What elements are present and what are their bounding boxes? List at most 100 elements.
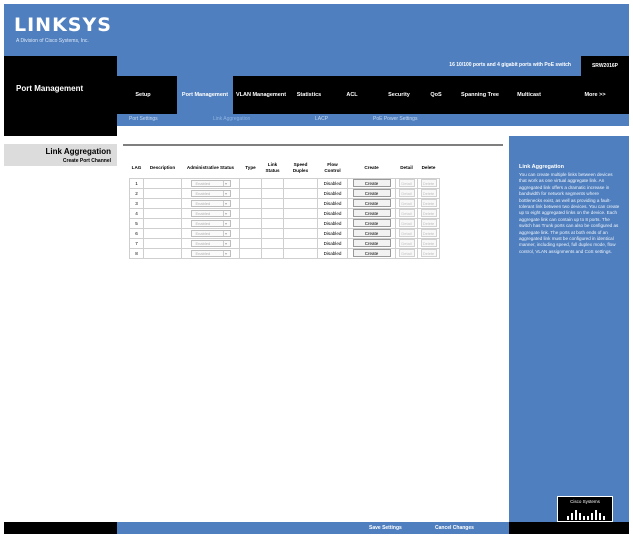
- lag-number: 8: [129, 247, 144, 259]
- create-port-channel-link[interactable]: Create Port Channel: [63, 158, 111, 164]
- nav-multicast[interactable]: Multicast: [507, 76, 551, 114]
- lag-number: 1: [129, 177, 144, 189]
- subtab-poe-power-settings[interactable]: PoE Power Settings: [373, 116, 417, 122]
- flow-control-value: Disabled: [317, 187, 348, 199]
- nav-setup[interactable]: Setup: [123, 76, 163, 114]
- col-type: Type: [245, 165, 256, 171]
- left-panel: Link Aggregation Create Port Channel: [4, 136, 117, 522]
- detail-button[interactable]: Detail: [398, 249, 415, 257]
- description-cell: [143, 197, 182, 209]
- admin-status-cell: Enabled ▾: [181, 237, 240, 249]
- create-button[interactable]: Create: [352, 179, 391, 187]
- admin-status-select[interactable]: Enabled ▾: [190, 219, 231, 227]
- delete-cell: Delete: [417, 227, 440, 239]
- subtab-link-aggregation[interactable]: Link Aggregation: [213, 116, 250, 122]
- speed-duplex-cell: [283, 217, 318, 229]
- admin-status-value: Enabled: [195, 250, 211, 256]
- link-status-cell: [261, 197, 284, 209]
- detail-button[interactable]: Detail: [398, 179, 415, 187]
- admin-status-cell: Enabled ▾: [181, 177, 240, 189]
- lag-number: 3: [129, 197, 144, 209]
- create-button[interactable]: Create: [352, 249, 391, 257]
- table-row: 2 Enabled ▾ Disabled Create Detail Delete: [129, 187, 440, 199]
- nav-more[interactable]: More >>: [573, 76, 617, 114]
- admin-status-value: Enabled: [195, 240, 211, 246]
- chevron-down-icon: ▾: [222, 240, 229, 246]
- lag-number: 6: [129, 227, 144, 239]
- admin-status-cell: Enabled ▾: [181, 217, 240, 229]
- cancel-changes-button[interactable]: Cancel Changes: [435, 525, 474, 531]
- create-cell: Create: [347, 237, 396, 249]
- nav-qos[interactable]: QoS: [421, 76, 451, 114]
- create-button[interactable]: Create: [352, 239, 391, 247]
- create-button[interactable]: Create: [352, 229, 391, 237]
- delete-button[interactable]: Delete: [420, 179, 437, 187]
- table-row: 8 Enabled ▾ Disabled Create Detail Delete: [129, 247, 440, 259]
- help-panel: Link Aggregation You can create multiple…: [509, 136, 629, 522]
- nav-statistics[interactable]: Statistics: [289, 76, 329, 114]
- detail-button[interactable]: Detail: [398, 199, 415, 207]
- nav-port-management[interactable]: Port Management: [177, 76, 233, 114]
- create-button[interactable]: Create: [352, 189, 391, 197]
- detail-cell: Detail: [395, 207, 418, 219]
- create-cell: Create: [347, 207, 396, 219]
- link-status-cell: [261, 177, 284, 189]
- help-text: You can create multiple links between de…: [519, 172, 620, 254]
- nav-vlan-management[interactable]: VLAN Management: [235, 76, 287, 114]
- create-cell: Create: [347, 187, 396, 199]
- link-status-cell: [261, 247, 284, 259]
- delete-button[interactable]: Delete: [420, 229, 437, 237]
- link-status-cell: [261, 227, 284, 239]
- detail-button[interactable]: Detail: [398, 229, 415, 237]
- cisco-bridge-icon: [567, 510, 605, 520]
- info-strip: 16 10/100 ports and 4 gigabit ports with…: [117, 56, 629, 76]
- delete-button[interactable]: Delete: [420, 249, 437, 257]
- subtab-lacp[interactable]: LACP: [315, 116, 328, 122]
- admin-status-select[interactable]: Enabled ▾: [190, 199, 231, 207]
- delete-button[interactable]: Delete: [420, 219, 437, 227]
- main-nav: Setup Port Management VLAN Management St…: [117, 76, 629, 114]
- admin-status-value: Enabled: [195, 200, 211, 206]
- detail-button[interactable]: Detail: [398, 239, 415, 247]
- detail-cell: Detail: [395, 247, 418, 259]
- product-description: 16 10/100 ports and 4 gigabit ports with…: [449, 62, 571, 68]
- delete-button[interactable]: Delete: [420, 239, 437, 247]
- section-header: Port Management: [4, 56, 117, 136]
- delete-button[interactable]: Delete: [420, 209, 437, 217]
- detail-cell: Detail: [395, 217, 418, 229]
- nav-spanning-tree[interactable]: Spanning Tree: [461, 76, 499, 114]
- create-button[interactable]: Create: [352, 219, 391, 227]
- lag-number: 5: [129, 217, 144, 229]
- link-status-cell: [261, 237, 284, 249]
- footer-actions: Save Settings Cancel Changes: [117, 522, 509, 534]
- admin-status-select[interactable]: Enabled ▾: [190, 229, 231, 237]
- admin-status-select[interactable]: Enabled ▾: [190, 209, 231, 217]
- detail-button[interactable]: Detail: [398, 219, 415, 227]
- delete-cell: Delete: [417, 177, 440, 189]
- delete-button[interactable]: Delete: [420, 199, 437, 207]
- detail-button[interactable]: Detail: [398, 209, 415, 217]
- subtab-port-settings[interactable]: Port Settings: [129, 116, 158, 122]
- delete-button[interactable]: Delete: [420, 189, 437, 197]
- admin-status-select[interactable]: Enabled ▾: [190, 249, 231, 257]
- create-button[interactable]: Create: [352, 209, 391, 217]
- brand-bar: LINKSYS A Division of Cisco Systems, Inc…: [4, 4, 629, 56]
- type-cell: [239, 197, 262, 209]
- nav-acl[interactable]: ACL: [337, 76, 367, 114]
- col-admin-status: Administrative Status: [186, 165, 235, 171]
- save-settings-button[interactable]: Save Settings: [369, 525, 402, 531]
- admin-status-select[interactable]: Enabled ▾: [190, 179, 231, 187]
- nav-security[interactable]: Security: [379, 76, 419, 114]
- link-aggregation-table: LAG Description Administrative Status Ty…: [129, 158, 440, 259]
- col-delete: Delete: [421, 165, 436, 171]
- col-flow-control: Flow Control: [324, 162, 341, 173]
- col-lag: LAG: [131, 165, 142, 171]
- table-row: 7 Enabled ▾ Disabled Create Detail Delete: [129, 237, 440, 249]
- admin-status-select[interactable]: Enabled ▾: [190, 189, 231, 197]
- type-cell: [239, 227, 262, 239]
- detail-button[interactable]: Detail: [398, 189, 415, 197]
- col-speed-duplex: Speed Duplex: [292, 162, 309, 173]
- admin-status-select[interactable]: Enabled ▾: [190, 239, 231, 247]
- create-button[interactable]: Create: [352, 199, 391, 207]
- chevron-down-icon: ▾: [222, 250, 229, 256]
